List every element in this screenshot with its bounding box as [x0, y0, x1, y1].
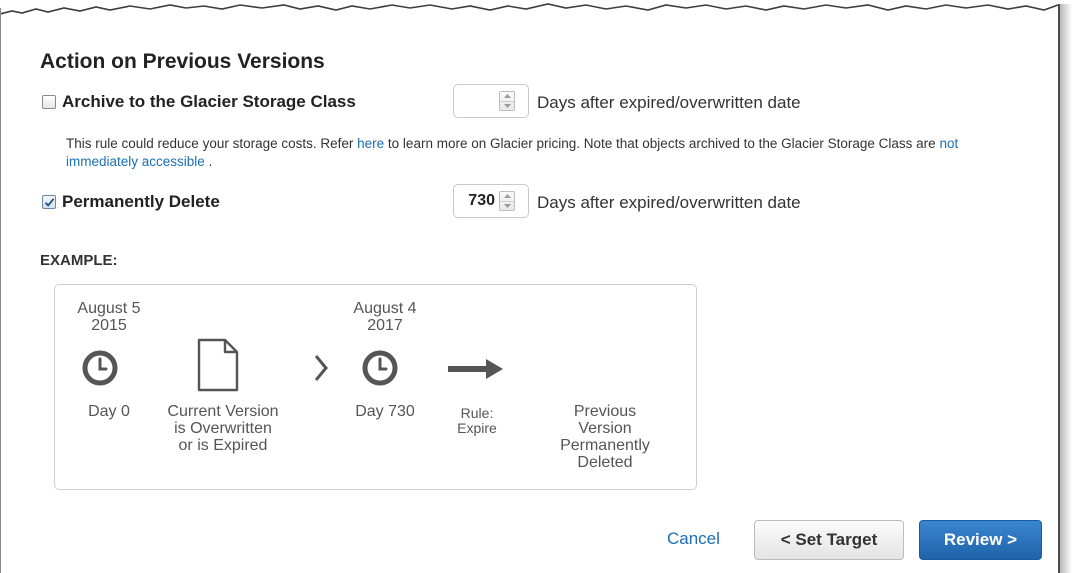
pricing-link[interactable]: here: [357, 136, 384, 151]
current-version-line: or is Expired: [178, 437, 268, 454]
result-line: Previous: [573, 403, 637, 420]
result-line: Permanently: [560, 437, 650, 454]
end-day: Day 730: [355, 403, 415, 420]
archive-row: Archive to the Glacier Storage Class: [42, 85, 356, 119]
delete-label: Permanently Delete: [62, 192, 220, 211]
note-text: This rule could reduce your storage cost…: [66, 136, 358, 151]
arrow-right-icon: [448, 359, 503, 379]
note-text: .: [204, 154, 213, 169]
rule-line: Rule:: [460, 405, 494, 421]
delete-days-value: 730: [468, 192, 495, 209]
spinner-up-icon[interactable]: [500, 192, 514, 201]
example-label: EXAMPLE:: [40, 252, 118, 269]
end-date-line: August 4: [353, 300, 417, 317]
rule-line: Expire: [457, 420, 497, 436]
archive-days-text: Days after expired/overwritten date: [537, 93, 801, 112]
delete-row: Permanently Delete: [42, 185, 220, 219]
delete-days-spinner[interactable]: 730: [453, 184, 529, 218]
chevron-right-icon: [314, 355, 328, 381]
page-left-border: [0, 8, 1, 573]
set-target-button[interactable]: < Set Target: [754, 520, 904, 560]
end-date-year: 2017: [367, 317, 403, 334]
check-icon: [44, 197, 54, 207]
spinner-down-icon[interactable]: [500, 200, 514, 211]
spinner-down-icon[interactable]: [500, 100, 514, 111]
start-date-year: 2015: [91, 317, 127, 334]
current-version-line: is Overwritten: [174, 420, 272, 437]
archive-label: Archive to the Glacier Storage Class: [62, 92, 356, 111]
note-text: to learn more on Glacier pricing. Note t…: [384, 136, 940, 151]
clock-icon: [82, 350, 118, 386]
spinner-arrows-icon[interactable]: [499, 91, 515, 111]
start-day: Day 0: [88, 403, 130, 420]
section-title: Action on Previous Versions: [40, 50, 325, 73]
document-icon: [197, 338, 239, 392]
cancel-link[interactable]: Cancel: [667, 529, 720, 549]
torn-page-edge: [0, 3, 1059, 15]
review-button[interactable]: Review >: [919, 520, 1042, 560]
result-line: Version: [578, 420, 632, 437]
start-date: August 5 2015: [64, 300, 154, 334]
result-line: Deleted: [577, 454, 633, 471]
current-version-line: Current Version: [167, 403, 279, 420]
spinner-arrows-icon[interactable]: [499, 191, 515, 211]
current-version-text: Current Version is Overwritten or is Exp…: [153, 403, 293, 454]
page-shadow: [1060, 4, 1072, 573]
spinner-up-icon[interactable]: [500, 92, 514, 101]
start-date-line: August 5: [77, 300, 141, 317]
end-date: August 4 2017: [340, 300, 430, 334]
delete-days-text: Days after expired/overwritten date: [537, 193, 801, 212]
rule-text: Rule: Expire: [447, 406, 507, 436]
archive-checkbox[interactable]: [42, 95, 56, 109]
result-text: Previous Version Permanently Deleted: [545, 403, 665, 471]
glacier-note: This rule could reduce your storage cost…: [66, 135, 1016, 171]
clock-icon: [362, 350, 398, 386]
delete-checkbox[interactable]: [42, 195, 56, 209]
archive-days-spinner[interactable]: [453, 84, 529, 118]
